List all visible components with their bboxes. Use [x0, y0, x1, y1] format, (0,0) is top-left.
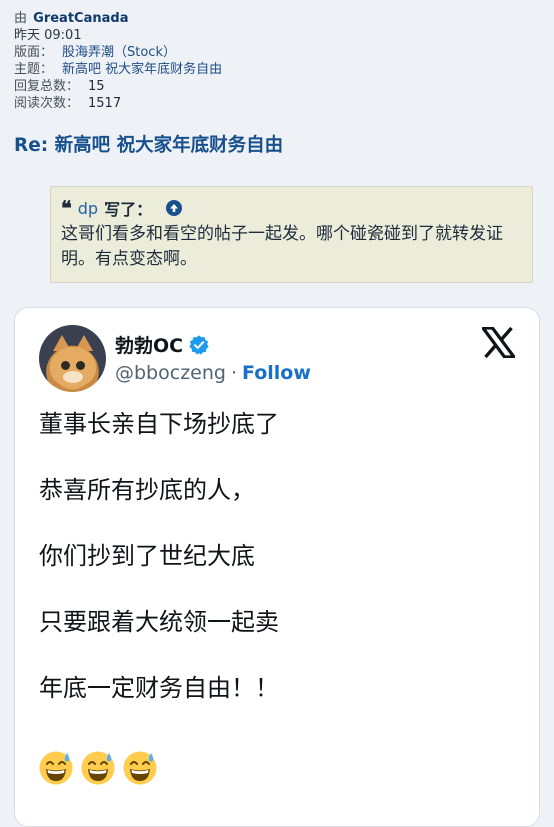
- quote-said-label: 写了：: [104, 200, 153, 219]
- x-logo-icon[interactable]: [482, 327, 515, 358]
- board-label: 版面：: [14, 45, 54, 60]
- author-link[interactable]: GreatCanada: [33, 11, 128, 26]
- tweet-handle-row: @bboczeng · Follow: [115, 362, 311, 384]
- grinning-face-with-sweat-icon: [123, 751, 157, 785]
- cat-eye: [76, 361, 85, 370]
- tweet-author-name-text[interactable]: 勃勃OC: [115, 331, 183, 358]
- meta-subject-row: 主题： 新高吧 祝大家年底财务自由: [14, 61, 222, 78]
- views-count: 1517: [88, 96, 122, 111]
- replies-count: 15: [88, 79, 105, 94]
- tweet-line: 你们抄到了世纪大底: [39, 542, 255, 570]
- subject-label: 主题：: [14, 62, 54, 77]
- embedded-tweet[interactable]: 勃勃OC @bboczeng · Follow 董事长亲自下场抄底了 恭喜所有抄底的…: [14, 307, 540, 827]
- post-meta: 由 GreatCanada 昨天 09:01 版面： 股海弄潮（Stock） 主题…: [14, 10, 222, 112]
- verified-badge-icon: [189, 334, 209, 355]
- cat-eye: [61, 361, 70, 370]
- avatar[interactable]: [39, 325, 106, 392]
- tweet-handle[interactable]: @bboczeng: [115, 362, 226, 384]
- meta-time: 昨天 09:01: [14, 28, 82, 43]
- quote-block: ❝ dp 写了： 这哥们看多和看空的帖子一起发。哪个碰瓷碰到了就转发证明。有点变…: [50, 186, 533, 283]
- tweet-author-name[interactable]: 勃勃OC: [115, 331, 210, 358]
- separator-dot: ·: [230, 362, 238, 384]
- tweet-line: 董事长亲自下场抄底了: [39, 410, 279, 438]
- quote-user-link[interactable]: dp: [78, 199, 98, 218]
- grinning-face-with-sweat-icon: [81, 751, 115, 785]
- replies-label: 回复总数：: [14, 79, 80, 94]
- tweet-body: 董事长亲自下场抄底了 恭喜所有抄底的人， 你们抄到了世纪大底 只要跟着大统领一起…: [39, 408, 279, 738]
- meta-board-row: 版面： 股海弄潮（Stock）: [14, 44, 222, 61]
- tweet-line: 只要跟着大统领一起卖: [39, 608, 279, 636]
- grinning-face-with-sweat-icon: [39, 751, 73, 785]
- quote-header: ❝ dp 写了：: [61, 196, 522, 220]
- quote-text: 这哥们看多和看空的帖子一起发。哪个碰瓷碰到了就转发证明。有点变态啊。: [61, 224, 503, 269]
- board-link[interactable]: 股海弄潮（Stock）: [62, 45, 176, 60]
- post-title[interactable]: Re: 新高吧 祝大家年底财务自由: [14, 131, 283, 157]
- meta-replies-row: 回复总数： 15: [14, 78, 222, 95]
- follow-button[interactable]: Follow: [242, 362, 311, 384]
- tweet-line: 恭喜所有抄底的人，: [39, 476, 255, 504]
- emoji-row: [38, 750, 158, 786]
- meta-author-row: 由 GreatCanada: [14, 10, 222, 27]
- views-label: 阅读次数：: [14, 96, 80, 111]
- arrow-up-circle-icon[interactable]: [166, 200, 183, 216]
- cat-muzzle: [63, 371, 83, 383]
- meta-views-row: 阅读次数： 1517: [14, 95, 222, 112]
- author-label: 由: [14, 11, 28, 26]
- quote-icon: ❝: [61, 196, 72, 220]
- subject-link[interactable]: 新高吧 祝大家年底财务自由: [62, 62, 222, 77]
- tweet-line: 年底一定财务自由！！: [39, 674, 279, 702]
